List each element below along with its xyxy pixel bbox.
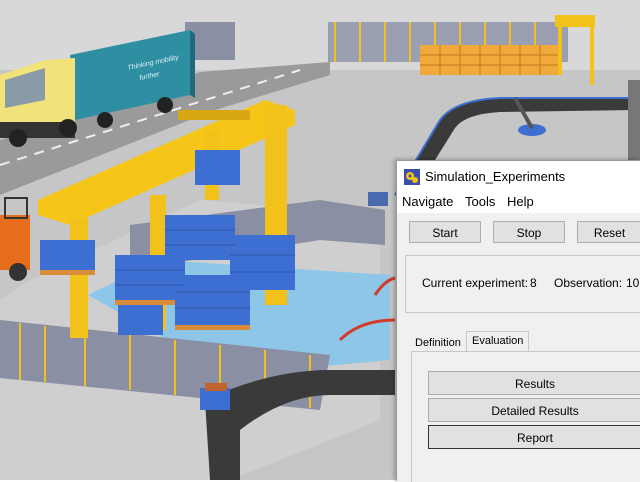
current-experiment-label: Current experiment:: [422, 276, 529, 290]
observation-label: Observation:: [554, 276, 623, 290]
report-button[interactable]: Report: [428, 425, 640, 449]
far-crate-stack: [420, 45, 560, 75]
reset-button[interactable]: Reset: [577, 221, 640, 243]
tab-evaluation[interactable]: Evaluation: [466, 331, 530, 351]
gear-app-icon: [404, 169, 420, 185]
tab-definition[interactable]: Definition: [415, 337, 461, 349]
simulation-experiments-window: Simulation_Experiments Navigate Tools He…: [396, 160, 640, 482]
current-experiment-value: 8: [530, 276, 537, 290]
status-panel: Current experiment: 8 Observation: 10: [405, 255, 640, 313]
results-button[interactable]: Results: [428, 371, 640, 395]
menu-tools[interactable]: Tools: [465, 194, 495, 209]
menu-help[interactable]: Help: [507, 194, 534, 209]
menu-bar: Navigate Tools Help: [397, 191, 640, 213]
observation-value: 10: [626, 276, 640, 290]
stop-button[interactable]: Stop: [493, 221, 565, 243]
title-bar: Simulation_Experiments: [397, 161, 640, 191]
detailed-results-button[interactable]: Detailed Results: [428, 398, 640, 422]
start-button[interactable]: Start: [409, 221, 481, 243]
menu-navigate[interactable]: Navigate: [402, 194, 453, 209]
window-title: Simulation_Experiments: [425, 169, 566, 184]
